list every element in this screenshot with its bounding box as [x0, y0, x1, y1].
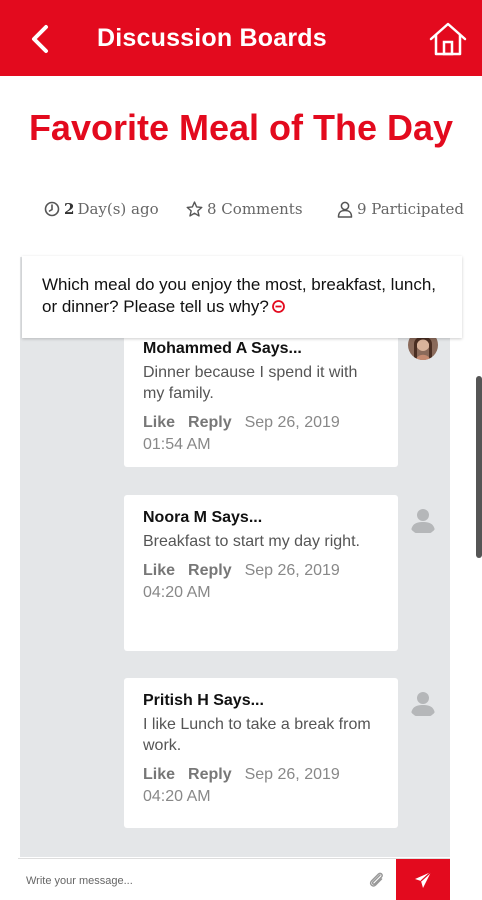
send-icon: [415, 871, 432, 888]
user-placeholder-icon: [411, 509, 435, 533]
question-text: Which meal do you enjoy the most, breakf…: [42, 275, 437, 316]
clock-icon: [44, 201, 60, 217]
comment-author: Mohammed A Says...: [143, 340, 302, 357]
question-card: Which meal do you enjoy the most, breakf…: [22, 256, 462, 338]
comment-card: Noora M Says... Breakfast to start my da…: [124, 495, 398, 651]
reply-button[interactable]: Reply: [188, 562, 232, 579]
comment-author: Noora M Says...: [143, 509, 263, 526]
collapse-icon[interactable]: [271, 297, 285, 319]
user-icon: [337, 201, 353, 218]
like-button[interactable]: Like: [143, 766, 175, 783]
send-button[interactable]: [396, 859, 450, 900]
comment-date: Sep 26, 2019: [244, 414, 340, 431]
comment-card: Mohammed A Says... Dinner because I spen…: [124, 320, 398, 467]
avatar[interactable]: [408, 688, 438, 718]
topic-age-unit: Day(s) ago: [77, 200, 159, 218]
comment-date: Sep 26, 2019: [244, 766, 340, 783]
topic-comments-count: 8 Comments: [186, 200, 303, 218]
like-button[interactable]: Like: [143, 414, 175, 431]
like-button[interactable]: Like: [143, 562, 175, 579]
topic-title: Favorite Meal of The Day: [28, 107, 454, 148]
star-icon: [186, 201, 203, 217]
paperclip-icon: [369, 872, 383, 887]
page-scrollbar[interactable]: [476, 376, 482, 558]
app-header: Discussion Boards: [0, 0, 482, 76]
message-input[interactable]: [26, 871, 366, 891]
chevron-left-icon: [32, 25, 48, 53]
comment-footer: Like Reply Sep 26, 2019 04:20 AM: [143, 764, 380, 808]
comments-label: 8 Comments: [207, 200, 303, 218]
header-title: Discussion Boards: [97, 24, 327, 52]
user-placeholder-icon: [411, 692, 435, 716]
message-composer: [18, 858, 450, 900]
comment-text: I like Lunch to take a break from work.: [143, 716, 371, 754]
participants-label: 9 Participated: [357, 200, 464, 218]
reply-button[interactable]: Reply: [188, 766, 232, 783]
comment-time: 04:20 AM: [143, 584, 211, 601]
comment-text: Breakfast to start my day right.: [143, 533, 360, 550]
home-icon: [429, 22, 467, 56]
comment-text: Dinner because I spend it with my family…: [143, 364, 358, 402]
reply-button[interactable]: Reply: [188, 414, 232, 431]
comment-date: Sep 26, 2019: [244, 562, 340, 579]
comment-card: Pritish H Says... I like Lunch to take a…: [124, 678, 398, 828]
topic-age-count: 2: [64, 200, 75, 218]
comment-footer: Like Reply Sep 26, 2019 04:20 AM: [143, 560, 380, 604]
avatar[interactable]: [408, 505, 438, 535]
attach-button[interactable]: [366, 869, 386, 891]
home-button[interactable]: [428, 18, 468, 60]
comment-author: Pritish H Says...: [143, 692, 264, 709]
comment-time: 01:54 AM: [143, 436, 211, 453]
back-button[interactable]: [24, 20, 56, 58]
comment-footer: Like Reply Sep 26, 2019 01:54 AM: [143, 412, 380, 456]
topic-participants: 9 Participated: [337, 200, 464, 218]
topic-age: 2 Day(s) ago: [44, 200, 159, 218]
comment-time: 04:20 AM: [143, 788, 211, 805]
